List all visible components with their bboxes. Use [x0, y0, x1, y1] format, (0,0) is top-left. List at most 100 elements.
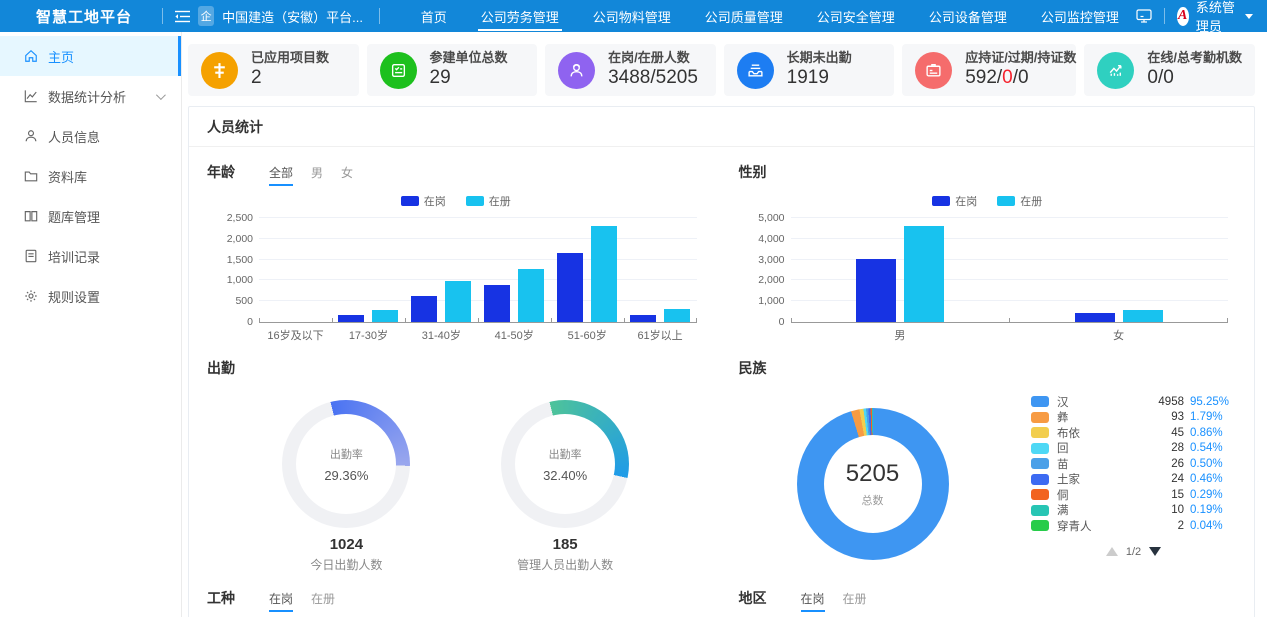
legend-item[interactable]: 在册 [997, 194, 1042, 208]
nav-item-equipment[interactable]: 公司设备管理 [912, 0, 1024, 32]
ethnicity-legend-row[interactable]: 苗260.50% [1031, 456, 1236, 472]
nav-item-labor[interactable]: 公司劳务管理 [464, 0, 576, 32]
attendance-section: 出勤 出勤率 29.36% 1024 今日出勤人数 [207, 343, 705, 573]
sidebar-item-label: 主页 [48, 47, 74, 66]
ethnicity-donut-chart[interactable]: 5205 总数 [797, 408, 949, 560]
bar-groups [791, 218, 1229, 322]
bar-在岗[interactable] [557, 253, 583, 322]
bar-group [332, 218, 405, 322]
pagination-up-icon[interactable] [1106, 547, 1118, 556]
bar-在册[interactable] [1123, 310, 1163, 322]
ethnicity-legend-row[interactable]: 土家240.46% [1031, 472, 1236, 488]
legend-item[interactable]: 在岗 [401, 194, 446, 208]
ethnicity-legend-row[interactable]: 侗150.29% [1031, 487, 1236, 503]
bar-在岗[interactable] [630, 315, 656, 322]
section-title-gender: 性别 [739, 162, 767, 182]
ethnicity-legend-row[interactable]: 满100.19% [1031, 503, 1236, 519]
pagination-down-icon[interactable] [1149, 547, 1161, 556]
sidebar-item-rules[interactable]: 规则设置 [0, 276, 181, 316]
ethnicity-count: 15 [1171, 489, 1184, 501]
ethnicity-percent: 0.29% [1190, 489, 1236, 501]
bar-在册[interactable] [904, 226, 944, 322]
nav-item-safety[interactable]: 公司安全管理 [800, 0, 912, 32]
bar-在岗[interactable] [411, 296, 437, 322]
ethnicity-percent: 0.86% [1190, 427, 1236, 439]
ethnicity-legend-row[interactable]: 回280.54% [1031, 441, 1236, 457]
project-icon [201, 52, 238, 89]
ethnicity-percent: 1.79% [1190, 411, 1236, 423]
nav-item-monitor[interactable]: 公司监控管理 [1024, 0, 1136, 32]
gauge-count-label: 今日出勤人数 [310, 556, 382, 573]
x-axis-label: 17-30岁 [332, 327, 405, 343]
y-axis-tick-label: 2,000 [209, 233, 253, 245]
sidebar-item-statistics[interactable]: 数据统计分析 [0, 76, 181, 116]
main-nav: 首页 公司劳务管理 公司物料管理 公司质量管理 公司安全管理 公司设备管理 公司… [404, 0, 1136, 32]
inbox-icon [737, 52, 774, 89]
bar-在岗[interactable] [856, 259, 896, 322]
gender-chart-section: 性别 在岗在册 01,0002,0003,0004,0005,000 男女 [739, 147, 1237, 343]
tab-region-onduty[interactable]: 在岗 [801, 590, 825, 612]
stat-card-value: 0/0 [1147, 67, 1242, 89]
tab-age-all[interactable]: 全部 [269, 164, 293, 186]
nav-item-material[interactable]: 公司物料管理 [576, 0, 688, 32]
stat-card-value: 29 [430, 67, 508, 89]
sidebar-item-training[interactable]: 培训记录 [0, 236, 181, 276]
y-axis-tick-label: 2,000 [741, 274, 785, 286]
y-axis-tick-label: 1,000 [741, 295, 785, 307]
sidebar-item-home[interactable]: 主页 [0, 36, 181, 76]
legend-item[interactable]: 在岗 [932, 194, 977, 208]
nav-item-quality[interactable]: 公司质量管理 [688, 0, 800, 32]
legend-swatch [466, 196, 484, 206]
x-axis-label: 61岁以上 [624, 327, 697, 343]
ethnicity-count: 10 [1171, 504, 1184, 516]
platform-name[interactable]: 中国建造（安徽）平台... [222, 7, 363, 26]
user-menu[interactable]: 系统管理员 [1196, 0, 1238, 35]
sidebar: 主页 数据统计分析 人员信息 资料库 题库管理 培训记录 规则设置 [0, 32, 182, 617]
bar-group [624, 218, 697, 322]
bar-在岗[interactable] [1075, 313, 1115, 322]
ethnicity-legend: 汉495895.25%彝931.79%布依450.86%回280.54%苗260… [1031, 392, 1236, 560]
legend-item[interactable]: 在册 [466, 194, 511, 208]
ethnicity-legend-row[interactable]: 穿青人20.04% [1031, 518, 1236, 534]
tab-worktype-onduty[interactable]: 在岗 [269, 590, 293, 612]
gauge-ring: 出勤率 29.36% [282, 400, 410, 528]
sidebar-item-question-bank[interactable]: 题库管理 [0, 196, 181, 236]
y-axis-tick-label: 2,500 [209, 212, 253, 224]
section-title-attendance: 出勤 [207, 358, 235, 378]
legend-swatch [1031, 458, 1049, 469]
enterprise-badge-icon[interactable]: 企 [198, 6, 214, 26]
bar-在册[interactable] [664, 309, 690, 322]
stat-card-label: 应持证/过期/持证数 [965, 51, 1076, 66]
ethnicity-legend-row[interactable]: 布依450.86% [1031, 425, 1236, 441]
sidebar-item-personnel[interactable]: 人员信息 [0, 116, 181, 156]
bar-在册[interactable] [445, 281, 471, 322]
attendance-gauge-managers: 出勤率 32.40% 185 管理人员出勤人数 [501, 400, 629, 573]
bar-在册[interactable] [518, 269, 544, 322]
gender-chart-legend: 在岗 在册 [739, 194, 1237, 208]
tab-region-registered[interactable]: 在册 [843, 590, 867, 612]
ethnicity-legend-row[interactable]: 彝931.79% [1031, 410, 1236, 426]
sidebar-item-library[interactable]: 资料库 [0, 156, 181, 196]
age-chart-section: 年龄 全部 男 女 在岗在册 05001,0001,5002,0002,500 … [207, 147, 705, 343]
stat-card-value: 592/0/0 [965, 67, 1076, 89]
tab-worktype-registered[interactable]: 在册 [311, 590, 335, 612]
tab-age-male[interactable]: 男 [311, 164, 323, 186]
nav-item-home[interactable]: 首页 [404, 0, 464, 32]
y-axis-tick-label: 5,000 [741, 212, 785, 224]
attendance-gauge-today: 出勤率 29.36% 1024 今日出勤人数 [282, 400, 410, 573]
gauge-percent: 29.36% [324, 468, 368, 483]
ethnicity-legend-row[interactable]: 汉495895.25% [1031, 394, 1236, 410]
bar-在册[interactable] [591, 226, 617, 322]
ethnicity-name: 苗 [1057, 456, 1171, 472]
legend-swatch [1031, 427, 1049, 438]
monitor-icon[interactable] [1136, 9, 1152, 23]
chevron-down-icon[interactable] [1245, 14, 1253, 19]
document-icon [24, 249, 38, 263]
bar-在岗[interactable] [338, 315, 364, 322]
bar-在册[interactable] [372, 310, 398, 322]
bar-在岗[interactable] [484, 285, 510, 322]
tab-age-female[interactable]: 女 [341, 164, 353, 186]
ethnicity-count: 26 [1171, 458, 1184, 470]
stat-card-projects: 已应用项目数 2 [188, 44, 359, 96]
menu-fold-icon[interactable] [175, 10, 190, 23]
